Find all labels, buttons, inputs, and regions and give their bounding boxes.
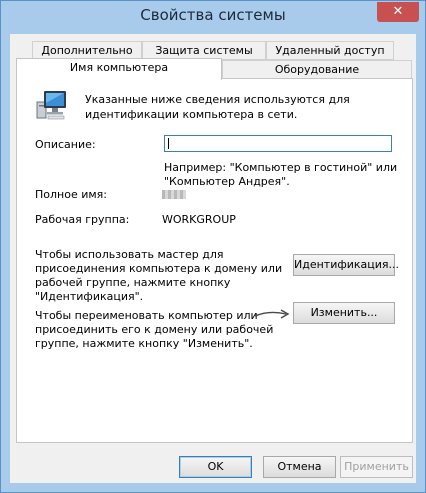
rename-text-line3: группе, нажмите кнопку "Изменить". (35, 337, 253, 350)
tab-hardware[interactable]: Оборудование (222, 60, 412, 79)
example-line1: Например: "Компьютер в гостиной" или (164, 161, 398, 174)
title-bar[interactable]: Свойства системы ✕ (1, 1, 425, 34)
window-title: Свойства системы (140, 6, 286, 24)
rename-text-line1: Чтобы переименовать компьютер или (35, 309, 258, 322)
description-input[interactable] (164, 135, 392, 152)
workgroup-value: WORKGROUP (162, 213, 236, 226)
tab-computer-name[interactable]: Имя компьютера (16, 58, 222, 80)
computer-icon (35, 89, 69, 125)
tab-remote-access[interactable]: Удаленный доступ (266, 41, 394, 60)
ok-button[interactable]: OK (179, 456, 252, 478)
rename-text-line2: присоединить его к домену или рабочей (35, 323, 274, 336)
text-caret (168, 138, 169, 149)
wizard-text-line2: присоединения компьютера к домену или (35, 262, 283, 275)
intro-text-line2: идентификации компьютера в сети. (85, 108, 298, 121)
computer-name-panel: Указанные ниже сведения используются для… (16, 78, 413, 443)
dialog-client-area: Дополнительно Защита системы Удаленный д… (10, 34, 416, 483)
example-line2: "Компьютер Андрея". (164, 175, 290, 188)
description-label: Описание: (35, 138, 96, 151)
arrow-icon (253, 305, 291, 324)
fullname-label: Полное имя: (35, 188, 107, 201)
intro-text-line1: Указанные ниже сведения используются для (85, 93, 350, 106)
workgroup-label: Рабочая группа: (35, 213, 130, 226)
identify-button[interactable]: Идентификация... (293, 254, 399, 276)
wizard-text-line3: рабочей группе, нажмите кнопку (35, 276, 231, 289)
wizard-text-line4: "Идентификация". (35, 290, 144, 303)
wizard-text-line1: Чтобы использовать мастер для (35, 248, 224, 261)
change-button[interactable]: Изменить... (293, 302, 395, 324)
system-properties-window: Свойства системы ✕ Дополнительно Защита … (0, 0, 426, 493)
apply-button[interactable]: Применить (340, 456, 413, 478)
close-button[interactable]: ✕ (377, 2, 419, 22)
cancel-button[interactable]: Отмена (263, 456, 336, 478)
fullname-value-masked (162, 190, 186, 199)
